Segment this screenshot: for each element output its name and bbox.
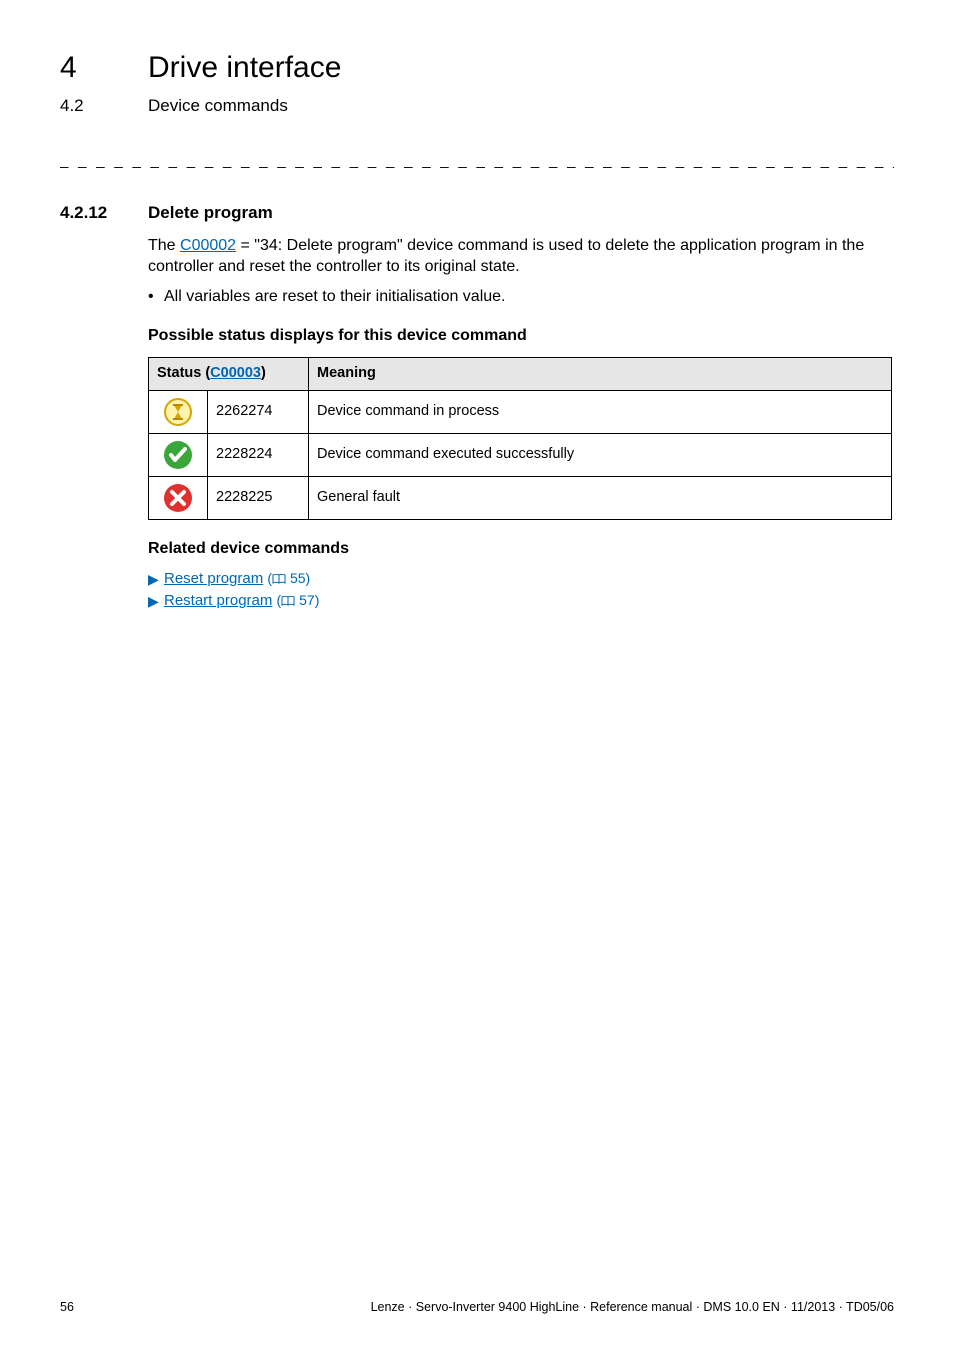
arrow-icon: ▶: [148, 592, 159, 611]
related-link-restart[interactable]: Restart program: [164, 592, 272, 609]
related-item: ▶ Restart program ( 57): [148, 591, 894, 611]
section-number: 4.2: [60, 95, 148, 118]
status-meaning: Device command executed successfully: [309, 433, 892, 476]
chapter-number: 4: [60, 48, 148, 89]
status-heading: Possible status displays for this device…: [148, 325, 894, 347]
section-title: Device commands: [148, 95, 288, 118]
status-icon-cell: [149, 476, 208, 519]
status-code: 2228224: [208, 433, 309, 476]
intro-bullets: All variables are reset to their initial…: [148, 286, 894, 308]
status-meaning: General fault: [309, 476, 892, 519]
status-meaning: Device command in process: [309, 390, 892, 433]
table-row: 2262274 Device command in process: [149, 390, 892, 433]
related-list: ▶ Reset program ( 55) ▶ Restart program …: [148, 569, 894, 612]
status-icon-cell: [149, 390, 208, 433]
footer-page-number: 56: [60, 1299, 120, 1316]
bullet-item: All variables are reset to their initial…: [148, 286, 894, 308]
col-header-meaning: Meaning: [309, 358, 892, 391]
table-row: 2228225 General fault: [149, 476, 892, 519]
related-heading: Related device commands: [148, 538, 894, 560]
status-close: ): [261, 365, 266, 381]
body: The C00002 = "34: Delete program" device…: [148, 235, 894, 612]
status-table: Status (C00003) Meaning 22622: [148, 357, 892, 520]
subsection-number: 4.2.12: [60, 202, 148, 225]
chapter-header: 4 Drive interface: [60, 48, 894, 89]
check-icon: [163, 440, 193, 470]
page-number: 55: [290, 570, 306, 586]
divider-rule: _ _ _ _ _ _ _ _ _ _ _ _ _ _ _ _ _ _ _ _ …: [60, 151, 894, 171]
book-icon: [281, 596, 295, 607]
status-icon-cell: [149, 433, 208, 476]
arrow-icon: ▶: [148, 570, 159, 589]
status-code: 2262274: [208, 390, 309, 433]
intro-text-before: The: [148, 237, 180, 254]
col-header-status: Status (C00003): [149, 358, 309, 391]
page-number: 57: [299, 592, 315, 608]
status-code: 2228225: [208, 476, 309, 519]
page-ref: ( 57): [277, 592, 320, 608]
related-item: ▶ Reset program ( 55): [148, 569, 894, 589]
hourglass-icon: [163, 397, 193, 427]
table-row: 2228224 Device command executed successf…: [149, 433, 892, 476]
subsection-title: Delete program: [148, 202, 273, 225]
section-header: 4.2 Device commands: [60, 95, 894, 118]
book-icon: [272, 574, 286, 585]
code-link-c00002[interactable]: C00002: [180, 237, 236, 254]
intro-paragraph: The C00002 = "34: Delete program" device…: [148, 235, 894, 278]
page-footer: 56 Lenze · Servo-Inverter 9400 HighLine …: [60, 1299, 894, 1316]
intro-text-after: = "34: Delete program" device command is…: [148, 237, 864, 276]
page: 4 Drive interface 4.2 Device commands _ …: [0, 0, 954, 1350]
status-label: Status (: [157, 365, 210, 381]
table-header-row: Status (C00003) Meaning: [149, 358, 892, 391]
code-link-c00003[interactable]: C00003: [210, 365, 261, 381]
cross-icon: [163, 483, 193, 513]
page-ref: ( 55): [267, 570, 310, 586]
subsection-header: 4.2.12 Delete program: [60, 202, 894, 225]
footer-text: Lenze · Servo-Inverter 9400 HighLine · R…: [120, 1299, 894, 1316]
related-link-reset[interactable]: Reset program: [164, 570, 263, 587]
chapter-title: Drive interface: [148, 48, 341, 89]
